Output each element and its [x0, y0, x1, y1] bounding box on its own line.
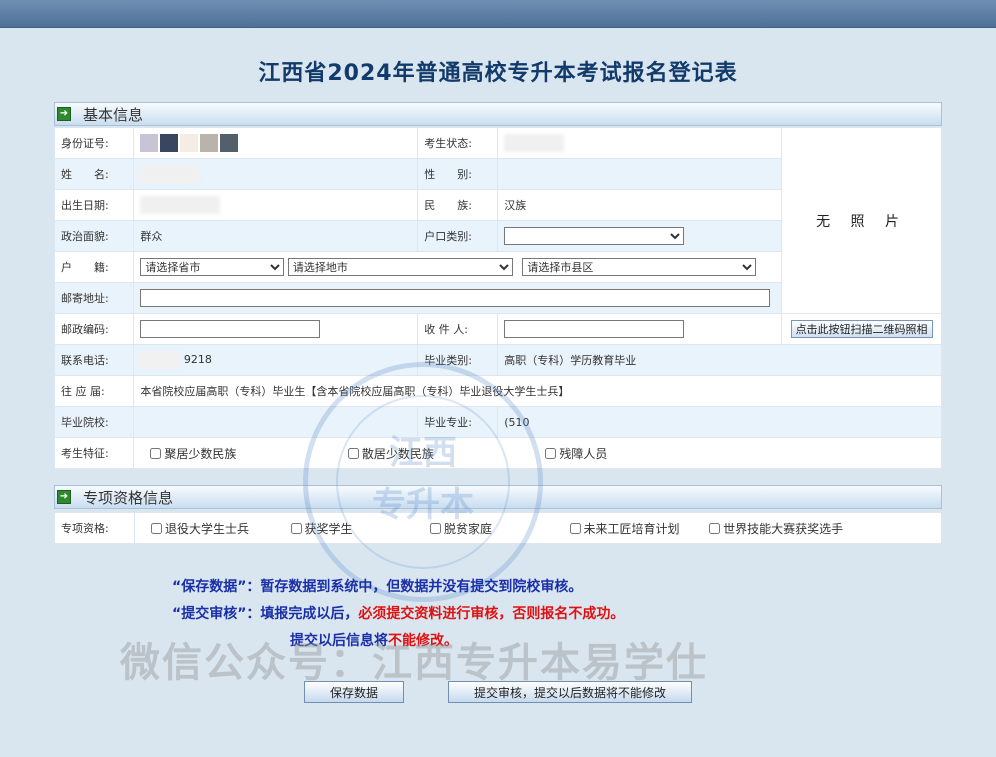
hukou-type-select[interactable] [504, 227, 685, 245]
special-checkbox-2[interactable] [290, 522, 302, 534]
special-info-table: 专项资格: 退役大学生士兵 获奖学生 脱贫家庭 未来工匠培育计划 世界技能大赛获… [54, 512, 942, 544]
phone-value: 9218 [133, 344, 419, 376]
politics-label: 政治面貌: [53, 220, 135, 252]
grad-level-label: 往 应 届: [53, 375, 135, 407]
name-value [133, 158, 419, 190]
photo-area: 无 照 片 [781, 127, 942, 314]
feature-option-2[interactable]: 散居少数民族 [347, 445, 434, 462]
exam-status-label: 考生状态: [417, 127, 499, 159]
id-number-label: 身份证号: [53, 127, 135, 159]
grad-major-value: (510 [497, 406, 942, 438]
native-place-label: 户 籍: [53, 251, 135, 283]
note-submit: “提交审核”：填报完成以后，必须提交资料进行审核，否则报名不成功。 [172, 606, 625, 622]
grad-major-label: 毕业专业: [417, 406, 499, 438]
special-info-header: ➜ 专项资格信息 [54, 485, 942, 509]
county-select[interactable]: 请选择市县区 [522, 258, 757, 276]
gender-value [497, 158, 783, 190]
basic-info-title: 基本信息 [83, 105, 144, 124]
id-number-value [133, 127, 419, 159]
postal-code-cell [133, 313, 419, 345]
grad-category-value: 高职（专科）学历教育毕业 [497, 344, 942, 376]
province-select[interactable]: 请选择省市 [140, 258, 285, 276]
politics-value: 群众 [133, 220, 419, 252]
feature-checkbox-1[interactable] [150, 447, 162, 459]
feature-option-3[interactable]: 残障人员 [545, 445, 607, 462]
save-button[interactable]: 保存数据 [304, 681, 404, 703]
grad-level-value: 本省院校应届高职（专科）毕业生【含本省院校应届高职（专科）毕业退役大学生士兵】 [133, 375, 942, 407]
ethnicity-value: 汉族 [497, 189, 783, 221]
grad-school-label: 毕业院校: [53, 406, 135, 438]
special-checkbox-5[interactable] [709, 522, 721, 534]
special-label: 专项资格: [54, 512, 135, 544]
features-cell: 聚居少数民族 散居少数民族 残障人员 [133, 437, 942, 469]
grad-category-label: 毕业类别: [417, 344, 499, 376]
mail-address-label: 邮寄地址: [53, 282, 135, 314]
postal-code-input[interactable] [140, 320, 321, 338]
exam-status-value [497, 127, 783, 159]
grad-school-value [133, 406, 419, 438]
top-bar [0, 0, 996, 28]
recipient-cell [497, 313, 783, 345]
city-select[interactable]: 请选择地市 [287, 258, 513, 276]
ethnicity-label: 民 族: [417, 189, 499, 221]
special-option-3[interactable]: 脱贫家庭 [430, 520, 492, 537]
instructions: “保存数据”：暂存数据到系统中，但数据并没有提交到院校审核。 “提交审核”：填报… [172, 574, 624, 655]
special-options-cell: 退役大学生士兵 获奖学生 脱贫家庭 未来工匠培育计划 世界技能大赛获奖选手 [134, 512, 942, 544]
mail-address-cell [133, 282, 783, 314]
gender-label: 性 别: [417, 158, 499, 190]
hukou-type-cell [497, 220, 783, 252]
hukou-type-label: 户口类别: [417, 220, 499, 252]
basic-info-table: 身份证号: 考生状态: 无 照 片 姓 名: 性 别: 出生日期: 民 族: 汉… [53, 127, 942, 469]
mail-address-input[interactable] [140, 289, 771, 307]
features-label: 考生特征: [53, 437, 135, 469]
arrow-right-icon: ➜ [57, 490, 71, 504]
page-title: 江西省2024年普通高校专升本考试报名登记表 [258, 61, 738, 86]
phone-label: 联系电话: [53, 344, 135, 376]
feature-checkbox-3[interactable] [545, 447, 557, 459]
qr-cell: 点击此按钮扫描二维码照相 [781, 313, 942, 345]
special-checkbox-4[interactable] [569, 522, 581, 534]
qr-photo-button[interactable]: 点击此按钮扫描二维码照相 [790, 320, 933, 338]
feature-option-1[interactable]: 聚居少数民族 [150, 445, 236, 462]
special-option-5[interactable]: 世界技能大赛获奖选手 [709, 520, 843, 537]
birth-date-label: 出生日期: [53, 189, 135, 221]
postal-code-label: 邮政编码: [53, 313, 135, 345]
native-place-cell: 请选择省市 请选择地市 请选择市县区 [133, 251, 783, 283]
note-save: “保存数据”：暂存数据到系统中，但数据并没有提交到院校审核。 [172, 579, 583, 595]
arrow-right-icon: ➜ [57, 107, 71, 121]
basic-info-header: ➜ 基本信息 [54, 102, 942, 126]
special-option-4[interactable]: 未来工匠培育计划 [569, 520, 680, 537]
no-photo-text: 无 照 片 [816, 213, 908, 230]
note-after: 提交以后信息将不能修改。 [290, 633, 458, 649]
special-checkbox-3[interactable] [430, 522, 442, 534]
recipient-input[interactable] [504, 320, 685, 338]
name-label: 姓 名: [53, 158, 135, 190]
submit-button[interactable]: 提交审核，提交以后数据将不能修改 [448, 681, 692, 703]
recipient-label: 收 件 人: [417, 313, 499, 345]
special-option-2[interactable]: 获奖学生 [290, 520, 353, 537]
feature-checkbox-2[interactable] [347, 447, 359, 459]
special-checkbox-1[interactable] [151, 522, 162, 534]
special-option-1[interactable]: 退役大学生士兵 [151, 520, 249, 537]
special-info-title: 专项资格信息 [83, 488, 174, 507]
birth-date-value [133, 189, 419, 221]
